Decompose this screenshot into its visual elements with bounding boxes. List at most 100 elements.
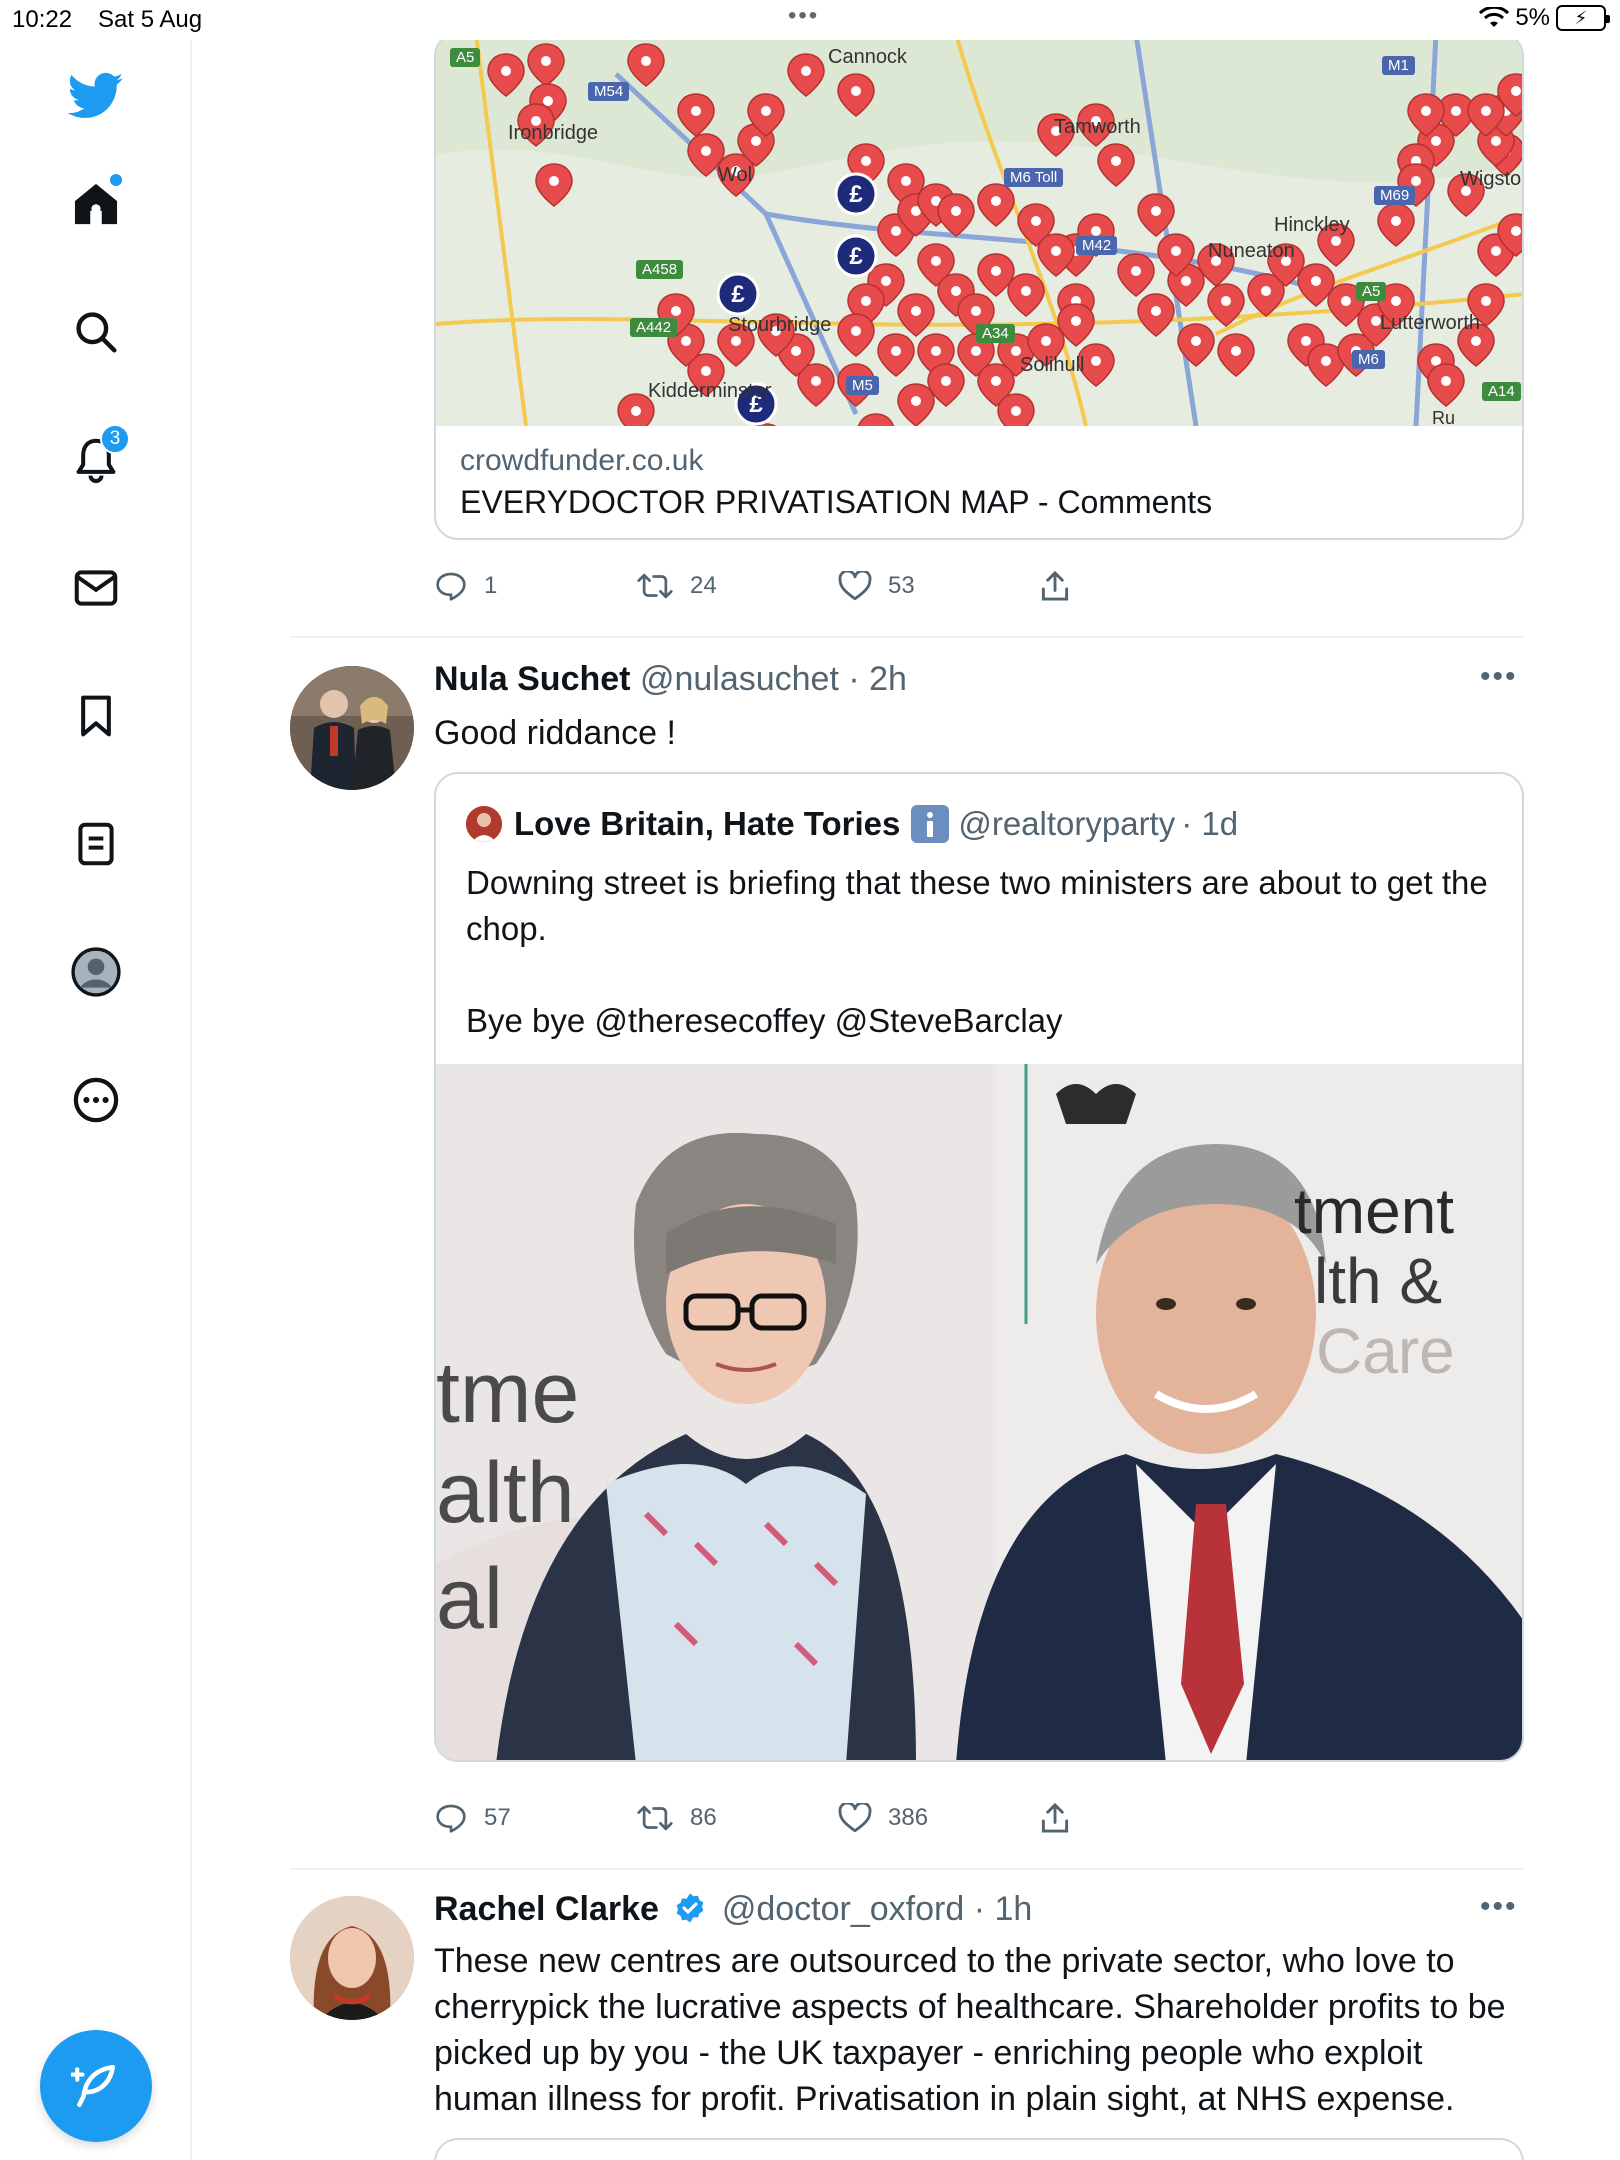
map-pin-dot [1111, 156, 1121, 166]
sidebar: 3 [0, 40, 192, 2160]
tweet-time[interactable]: · 2h [848, 660, 907, 698]
quote-tweet[interactable]: Love Britain, Hate Tories @realtoryparty… [434, 772, 1524, 1762]
map-pin-dot [1231, 346, 1241, 356]
timeline: £ £ £ £ A5 M54 Cannock M1 Ironbridge Tamwor… [192, 40, 1620, 2160]
map-pin-dot [1021, 286, 1031, 296]
status-date: Sat 5 Aug [98, 6, 203, 33]
reply-button[interactable]: 1 [434, 570, 636, 602]
avatar[interactable] [290, 1896, 414, 2020]
like-count: 53 [888, 572, 915, 599]
map-label: Lutterworth [1380, 312, 1481, 334]
more-icon[interactable] [60, 1064, 132, 1136]
map-pin-dot [1511, 86, 1521, 96]
home-icon[interactable] [60, 168, 132, 240]
twitter-logo-icon[interactable] [60, 60, 132, 132]
like-count: 386 [888, 1804, 929, 1831]
map-pin-dot [851, 326, 861, 336]
tweet-more-button[interactable]: ••• [1480, 660, 1518, 694]
share-icon [1041, 570, 1069, 601]
map-label: M69 [1374, 186, 1416, 205]
quote-line: Downing street is briefing that these tw… [466, 864, 1488, 947]
retweet-count: 86 [690, 1804, 717, 1831]
map-pin-dot [1321, 356, 1331, 366]
status-right: 5% ⚡ [1479, 4, 1610, 32]
compose-tweet-button[interactable] [40, 2030, 152, 2142]
mail-icon[interactable] [60, 552, 132, 624]
author-handle[interactable]: @doctor_oxford [722, 1890, 964, 1928]
quote-header: Love Britain, Hate Tories @realtoryparty… [466, 804, 1238, 844]
map-label: M1 [1382, 56, 1415, 75]
home-unread-dot [110, 174, 122, 186]
map-pin-dot [1191, 336, 1201, 346]
map-pin-dot [861, 156, 871, 166]
map-pin-dot [931, 346, 941, 356]
map-pin-dot [1091, 226, 1101, 236]
like-button[interactable]: 386 [838, 1803, 1040, 1833]
retweet-button[interactable]: 86 [636, 1803, 838, 1833]
image-text: lth & [1314, 1245, 1443, 1317]
map-pin-dot [1151, 306, 1161, 316]
profile-icon[interactable] [60, 936, 132, 1008]
tweet-more-button[interactable]: ••• [1480, 1890, 1518, 1924]
map-pin-dot [1151, 206, 1161, 216]
map-label: A14 [1482, 382, 1521, 401]
map-pin-dot [1491, 246, 1501, 256]
map-pin-dot [751, 136, 761, 146]
map-label: M54 [588, 82, 630, 101]
map-pin-dot [701, 366, 711, 376]
reply-count: 1 [484, 572, 498, 599]
map-label: Wol [718, 164, 753, 186]
map-label: Ironbridge [508, 122, 599, 144]
author-name[interactable]: Rachel Clarke [434, 1890, 659, 1928]
like-button[interactable]: 53 [838, 571, 1040, 601]
reply-button[interactable]: 57 [434, 1802, 636, 1834]
bell-icon[interactable]: 3 [60, 424, 132, 496]
map-pin-dot [1391, 296, 1401, 306]
map-pin-dot [891, 226, 901, 236]
author-handle[interactable]: @nulasuchet [640, 660, 839, 698]
map-pin-dot [501, 66, 511, 76]
quote-author-handle: @realtoryparty [958, 805, 1176, 842]
map-pin-dot [881, 276, 891, 286]
map-label: Tamworth [1054, 116, 1141, 138]
author-name[interactable]: Nula Suchet [434, 660, 630, 698]
reply-icon [436, 572, 466, 601]
map-pin-dot [1221, 296, 1231, 306]
map-pin-dot [1481, 106, 1491, 116]
pound-symbol: £ [849, 181, 863, 208]
heart-icon [838, 1803, 872, 1833]
next-media-card[interactable] [434, 2138, 1524, 2160]
tweet-divider [290, 636, 1524, 638]
map-label: A458 [636, 260, 684, 279]
map-pin-dot [791, 346, 801, 356]
share-button[interactable] [1040, 1802, 1242, 1834]
share-button[interactable] [1040, 570, 1242, 602]
link-card[interactable]: £ £ £ £ A5 M54 Cannock M1 Ironbridge Tamwor… [434, 40, 1524, 540]
retweet-icon [637, 1805, 673, 1831]
map-pin-dot [951, 206, 961, 216]
map-pin-dot [851, 86, 861, 96]
compose-quill-icon [71, 2064, 115, 2108]
multitask-dots[interactable]: ••• [788, 2, 819, 30]
tweet-time[interactable]: · 1h [974, 1890, 1033, 1928]
quote-line: Bye bye @theresecoffey @SteveBarclay [466, 1002, 1063, 1039]
battery-icon: ⚡ [1556, 5, 1610, 31]
quote-avatar [466, 806, 502, 842]
list-icon[interactable] [60, 808, 132, 880]
map-label: Cannock [828, 46, 907, 68]
quote-image[interactable]: tment lth & Care tme alth al [436, 1064, 1522, 1760]
map-pin-dot [991, 266, 1001, 276]
map-pin-dot [631, 406, 641, 416]
bookmark-icon[interactable] [60, 680, 132, 752]
quote-author-name: Love Britain, Hate Tories [514, 805, 901, 842]
map-label: M5 [846, 376, 879, 395]
tweet-header: Nula Suchet @nulasuchet · 2h [434, 660, 907, 699]
map-label: A442 [630, 318, 678, 337]
search-icon[interactable] [60, 296, 132, 368]
quote-text: Downing street is briefing that these tw… [466, 860, 1496, 1044]
map-pin-dot [1341, 296, 1351, 306]
map-pin-dot [931, 256, 941, 266]
retweet-button[interactable]: 24 [636, 571, 838, 601]
map-pin-dot [1491, 136, 1501, 146]
avatar[interactable] [290, 666, 414, 790]
